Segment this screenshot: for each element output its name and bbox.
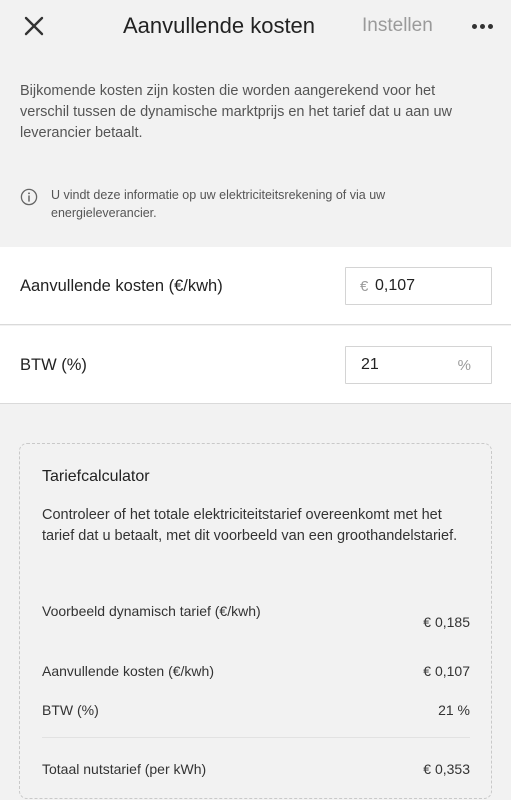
info-icon: [20, 188, 38, 206]
extra-costs-label: Aanvullende kosten (€/kwh): [20, 277, 223, 295]
calculator-title: Tariefcalculator: [42, 468, 150, 485]
vat-row: BTW (%) 21 %: [0, 326, 511, 404]
more-horizontal-icon[interactable]: [470, 18, 494, 34]
percent-suffix: %: [457, 357, 471, 374]
calc-row-label: Aanvullende kosten (€/kwh): [42, 663, 214, 679]
vat-input[interactable]: 21 %: [345, 346, 492, 384]
calc-row-value: 21 %: [438, 702, 470, 718]
calc-row-value: € 0,107: [423, 663, 470, 679]
header-bar: Aanvullende kosten Instellen: [0, 0, 511, 54]
calc-row-label: BTW (%): [42, 702, 99, 718]
calculator-description: Controleer of het totale elektriciteitst…: [42, 507, 458, 544]
page-title: Aanvullende kosten: [123, 13, 316, 38]
extra-costs-row: Aanvullende kosten (€/kwh) € 0,107: [0, 247, 511, 325]
euro-prefix: €: [360, 278, 369, 295]
close-icon[interactable]: [22, 14, 46, 38]
divider: [42, 737, 470, 738]
calc-row-value: € 0,185: [423, 614, 470, 630]
total-label: Totaal nutstarief (per kWh): [42, 761, 207, 777]
tariff-calculator: Tariefcalculator Controleer of het total…: [19, 443, 492, 799]
vat-value: 21: [361, 356, 379, 373]
extra-costs-input[interactable]: € 0,107: [345, 267, 492, 305]
total-value: € 0,353: [423, 761, 470, 777]
calc-row-label: Voorbeeld dynamisch tarief (€/kwh): [42, 603, 261, 619]
instellen-button[interactable]: Instellen: [362, 15, 433, 37]
info-text: U vindt deze informatie op uw elektricit…: [51, 188, 386, 220]
vat-label: BTW (%): [20, 356, 87, 374]
extra-costs-value: 0,107: [375, 277, 416, 294]
intro-text: Bijkomende kosten zijn kosten die worden…: [20, 83, 452, 141]
calc-row-dynamic-rate: Voorbeeld dynamisch tarief (€/kwh) € 0,1…: [42, 601, 470, 641]
